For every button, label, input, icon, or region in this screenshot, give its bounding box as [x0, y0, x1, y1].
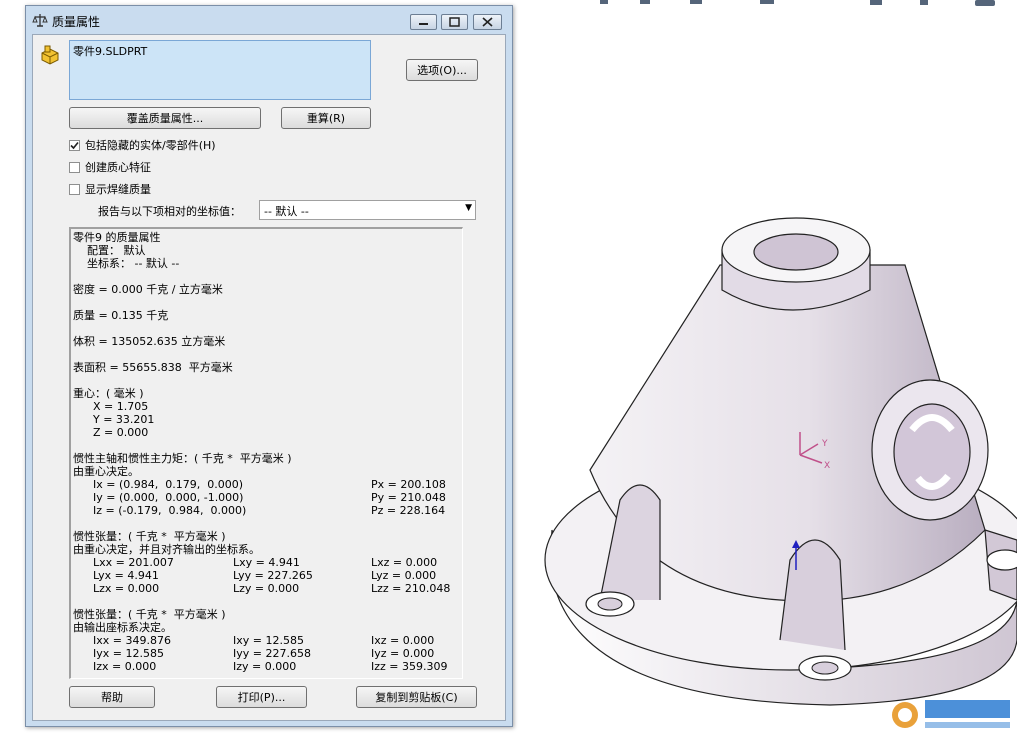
tensor1-cell: Lyx = 4.941 [93, 569, 159, 582]
tensor1-cell: Lyz = 0.000 [371, 569, 437, 582]
close-icon [482, 17, 493, 27]
include-hidden-label: 包括隐藏的实体/零部件(H) [85, 139, 216, 152]
close-button[interactable] [473, 14, 502, 30]
principal-sub: 由重心决定。 [73, 465, 139, 478]
coord-system-value: -- 默认 -- [264, 205, 309, 218]
tensor2-sub: 由输出座标系决定。 [73, 621, 172, 634]
minimize-icon [419, 23, 428, 25]
com-y: Y = 33.201 [93, 413, 155, 426]
include-hidden-checkbox[interactable] [69, 139, 80, 151]
principal-px: Px = 200.108 [371, 478, 446, 491]
create-com-label: 创建质心特征 [85, 161, 151, 174]
show-weld-checkbox[interactable] [69, 183, 80, 195]
com-z: Z = 0.000 [93, 426, 149, 439]
show-weld-row[interactable]: 显示焊缝质量 [69, 181, 151, 197]
tensor2-cell: Iyy = 227.658 [233, 647, 311, 660]
tensor1-cell: Lxz = 0.000 [371, 556, 438, 569]
triad-y-label: Y [821, 439, 828, 449]
scale-icon [32, 14, 48, 27]
view-toolbar-fragment [600, 0, 995, 6]
com-x: X = 1.705 [93, 400, 149, 413]
copy-clipboard-button[interactable]: 复制到剪贴板(C) [356, 686, 477, 708]
help-button[interactable]: 帮助 [69, 686, 155, 708]
tensor1-cell: Lxy = 4.941 [233, 556, 300, 569]
tensor1-cell: Lzx = 0.000 [93, 582, 160, 595]
tensor2-cell: Ixz = 0.000 [371, 634, 435, 647]
checkmark-icon [70, 141, 79, 149]
tensor2-cell: Izx = 0.000 [93, 660, 157, 673]
results-header: 零件9 的质量属性 [73, 231, 161, 244]
tensor2-cell: Iyz = 0.000 [371, 647, 435, 660]
recalculate-button[interactable]: 重算(R) [281, 107, 371, 129]
create-com-checkbox[interactable] [69, 161, 80, 173]
density-line: 密度 = 0.000 千克 / 立方毫米 [73, 283, 223, 296]
title-bar[interactable]: 质量属性 [26, 6, 512, 34]
mass-properties-dialog: 质量属性 零件9.SLDPRT 选项(O)... 覆盖质量属性... 重算(R)… [25, 5, 513, 727]
tensor2-title: 惯性张量：( 千克 * 平方毫米 ) [73, 608, 226, 621]
principal-iy: Iy = (0.000, 0.000, -1.000) [93, 491, 244, 504]
results-coord: 坐标系： -- 默认 -- [87, 257, 180, 270]
include-hidden-row[interactable]: 包括隐藏的实体/零部件(H) [69, 137, 216, 153]
triad-x-label: X [824, 461, 830, 471]
com-title: 重心：( 毫米 ) [73, 387, 144, 400]
tensor1-cell: Lyy = 227.265 [233, 569, 313, 582]
tensor2-cell: Izz = 359.309 [371, 660, 448, 673]
override-mass-button[interactable]: 覆盖质量属性... [69, 107, 261, 129]
principal-pz: Pz = 228.164 [371, 504, 446, 517]
tensor2-cell: Izy = 0.000 [233, 660, 297, 673]
principal-py: Py = 210.048 [371, 491, 446, 504]
tensor2-cell: Ixx = 349.876 [93, 634, 171, 647]
tensor1-sub: 由重心决定，并且对齐输出的坐标系。 [73, 543, 260, 556]
tensor2-cell: Iyx = 12.585 [93, 647, 164, 660]
principal-title: 惯性主轴和惯性主力矩：( 千克 * 平方毫米 ) [73, 452, 292, 465]
dropdown-arrow-icon[interactable]: ▼ [465, 203, 472, 213]
results-text-area[interactable]: 零件9 的质量属性 配置： 默认 坐标系： -- 默认 -- 密度 = 0.00… [69, 227, 463, 679]
coord-system-select[interactable]: -- 默认 -- ▼ [259, 200, 476, 220]
watermark-logo [892, 700, 1010, 728]
results-config: 配置： 默认 [87, 244, 146, 257]
volume-line: 体积 = 135052.635 立方毫米 [73, 335, 226, 348]
minimize-button[interactable] [410, 14, 437, 30]
selected-part-item[interactable]: 零件9.SLDPRT [73, 45, 147, 58]
options-button[interactable]: 选项(O)... [406, 59, 478, 81]
tensor1-cell: Lxx = 201.007 [93, 556, 174, 569]
part-icon [41, 45, 59, 65]
dialog-body: 零件9.SLDPRT 选项(O)... 覆盖质量属性... 重算(R) 包括隐藏… [32, 34, 506, 721]
create-com-row[interactable]: 创建质心特征 [69, 159, 151, 175]
window-title: 质量属性 [52, 15, 101, 29]
selection-list[interactable]: 零件9.SLDPRT [69, 40, 371, 100]
maximize-button[interactable] [441, 14, 468, 30]
tensor1-title: 惯性张量：( 千克 * 平方毫米 ) [73, 530, 226, 543]
principal-ix: Ix = (0.984, 0.179, 0.000) [93, 478, 243, 491]
print-button[interactable]: 打印(P)... [216, 686, 307, 708]
tensor2-cell: Ixy = 12.585 [233, 634, 304, 647]
coord-system-label: 报告与以下项相对的坐标值： [98, 205, 241, 218]
principal-iz: Iz = (-0.179, 0.984, 0.000) [93, 504, 247, 517]
tensor1-cell: Lzy = 0.000 [233, 582, 300, 595]
maximize-icon [449, 17, 460, 27]
surface-area-line: 表面积 = 55655.838 平方毫米 [73, 361, 233, 374]
mass-line: 质量 = 0.135 千克 [73, 309, 169, 322]
tensor1-cell: Lzz = 210.048 [371, 582, 451, 595]
show-weld-label: 显示焊缝质量 [85, 183, 151, 196]
